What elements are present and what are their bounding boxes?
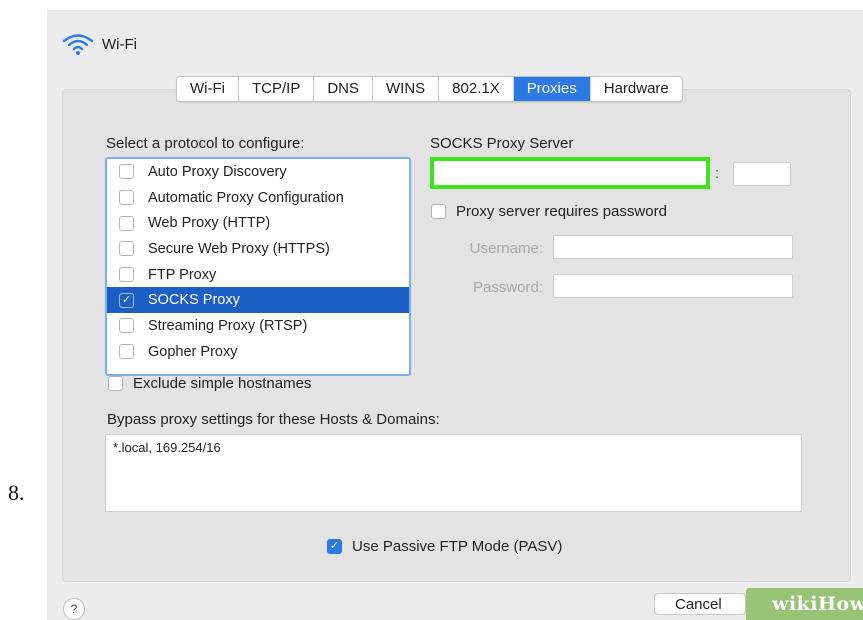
- protocol-checkbox[interactable]: [119, 267, 134, 283]
- password-label: Password:: [472, 279, 543, 296]
- protocol-checkbox[interactable]: ✓: [119, 292, 134, 308]
- protocol-item-automatic-proxy-configuration[interactable]: Automatic Proxy Configuration: [107, 185, 409, 211]
- protocol-label: Auto Proxy Discovery: [148, 163, 287, 180]
- protocol-list-heading: Select a protocol to configure:: [106, 135, 305, 152]
- tab-wins[interactable]: WINS: [373, 77, 440, 101]
- protocol-label: Streaming Proxy (RTSP): [148, 317, 308, 334]
- exclude-simple-hostnames-label: Exclude simple hostnames: [133, 375, 312, 392]
- protocol-list[interactable]: Auto Proxy Discovery Automatic Proxy Con…: [105, 157, 411, 376]
- tab-dns[interactable]: DNS: [314, 77, 373, 101]
- wifi-icon: [62, 32, 94, 56]
- protocol-item-socks-proxy[interactable]: ✓ SOCKS Proxy: [107, 287, 409, 314]
- protocol-checkbox[interactable]: [119, 164, 134, 180]
- exclude-simple-hostnames-checkbox[interactable]: [108, 376, 123, 391]
- tab-8021x[interactable]: 802.1X: [439, 77, 514, 101]
- username-label: Username:: [469, 240, 543, 257]
- tab-hardware[interactable]: Hardware: [591, 77, 682, 101]
- requires-password-checkbox[interactable]: [431, 204, 446, 219]
- tab-tcpip[interactable]: TCP/IP: [239, 77, 315, 101]
- protocol-checkbox[interactable]: [119, 241, 134, 257]
- server-heading: SOCKS Proxy Server: [430, 135, 574, 152]
- protocol-label: Secure Web Proxy (HTTPS): [148, 240, 330, 257]
- password-input[interactable]: [553, 274, 793, 298]
- protocol-checkbox[interactable]: [119, 318, 134, 334]
- passive-ftp-label: Use Passive FTP Mode (PASV): [352, 538, 563, 555]
- proxy-port-input[interactable]: [733, 162, 791, 186]
- help-button[interactable]: ?: [63, 598, 85, 620]
- protocol-checkbox[interactable]: [119, 344, 134, 360]
- bypass-label: Bypass proxy settings for these Hosts & …: [107, 411, 440, 428]
- passive-ftp-row[interactable]: ✓ Use Passive FTP Mode (PASV): [327, 538, 562, 555]
- tab-proxies[interactable]: Proxies: [513, 77, 591, 101]
- tab-wifi[interactable]: Wi-Fi: [177, 77, 239, 101]
- protocol-label: SOCKS Proxy: [148, 292, 240, 309]
- network-preferences-window: Wi-Fi Wi-Fi TCP/IP DNS WINS 802.1X Proxi…: [47, 10, 863, 620]
- cancel-button[interactable]: Cancel: [654, 593, 746, 615]
- protocol-label: Gopher Proxy: [148, 343, 238, 360]
- step-number: 8.: [8, 480, 25, 505]
- username-input[interactable]: [553, 235, 793, 259]
- protocol-label: FTP Proxy: [148, 266, 217, 283]
- wifi-header: Wi-Fi: [62, 32, 137, 56]
- protocol-item-streaming-proxy[interactable]: Streaming Proxy (RTSP): [107, 313, 409, 339]
- checkmark-icon: ✓: [121, 293, 132, 306]
- wikihow-watermark: wikiHow: [746, 588, 863, 620]
- proxy-server-address-input[interactable]: [430, 157, 710, 189]
- protocol-item-secure-web-proxy[interactable]: Secure Web Proxy (HTTPS): [107, 236, 409, 262]
- protocol-item-web-proxy[interactable]: Web Proxy (HTTP): [107, 210, 409, 236]
- protocol-item-auto-proxy-discovery[interactable]: Auto Proxy Discovery: [107, 159, 409, 185]
- interface-title: Wi-Fi: [102, 35, 137, 53]
- port-separator: :: [715, 165, 720, 182]
- bypass-hosts-textarea[interactable]: *.local, 169.254/16: [105, 434, 802, 512]
- protocol-checkbox[interactable]: [119, 190, 134, 206]
- tab-bar: Wi-Fi TCP/IP DNS WINS 802.1X Proxies Har…: [176, 76, 683, 102]
- protocol-checkbox[interactable]: [119, 215, 134, 231]
- protocol-item-ftp-proxy[interactable]: FTP Proxy: [107, 262, 409, 288]
- requires-password-row[interactable]: Proxy server requires password: [431, 203, 667, 220]
- checkmark-icon: ✓: [329, 540, 340, 552]
- protocol-label: Automatic Proxy Configuration: [148, 189, 344, 206]
- requires-password-label: Proxy server requires password: [456, 203, 667, 220]
- protocol-label: Web Proxy (HTTP): [148, 215, 271, 232]
- passive-ftp-checkbox[interactable]: ✓: [327, 539, 342, 554]
- exclude-simple-hostnames-row[interactable]: Exclude simple hostnames: [108, 375, 311, 392]
- protocol-item-gopher-proxy[interactable]: Gopher Proxy: [107, 339, 409, 365]
